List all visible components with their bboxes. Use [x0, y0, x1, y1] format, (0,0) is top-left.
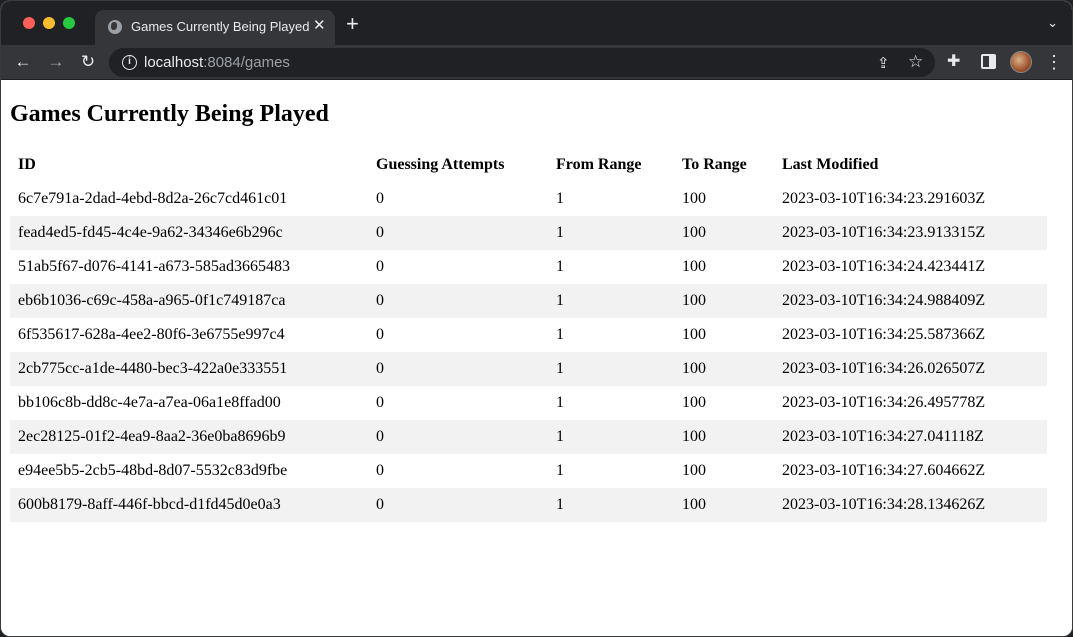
cell-modified: 2023-03-10T16:34:24.988409Z	[774, 284, 1047, 318]
extensions-icon[interactable]: ✚	[947, 53, 960, 71]
table-row: 51ab5f67-d076-4141-a673-585ad3665483 0 1…	[10, 250, 1047, 284]
info-icon[interactable]: i	[122, 55, 137, 70]
cell-id: 51ab5f67-d076-4141-a673-585ad3665483	[18, 258, 290, 275]
table-row: bb106c8b-dd8c-4e7a-a7ea-06a1e8ffad00 0 1…	[10, 386, 1047, 420]
table-header-row: ID Guessing Attempts From Range To Range…	[10, 148, 1047, 182]
cell-attempts: 0	[376, 462, 384, 479]
minimize-window-button[interactable]	[43, 17, 55, 29]
cell-attempts: 0	[368, 488, 548, 522]
table-row: 6c7e791a-2dad-4ebd-8d2a-26c7cd461c01 0 1…	[10, 182, 1047, 216]
cell-to: 100	[682, 258, 706, 275]
table-row: e94ee5b5-2cb5-48bd-8d07-5532c83d9fbe 0 1…	[10, 454, 1047, 488]
column-header-to-range: To Range	[682, 156, 747, 173]
table-row: 2cb775cc-a1de-4480-bec3-422a0e333551 0 1…	[10, 352, 1047, 386]
cell-to: 100	[674, 284, 774, 318]
cell-attempts: 0	[376, 394, 384, 411]
cell-id: 2ec28125-01f2-4ea9-8aa2-36e0ba8696b9	[10, 420, 368, 454]
cell-to: 100	[682, 326, 706, 343]
cell-from: 1	[548, 352, 674, 386]
cell-id: eb6b1036-c69c-458a-a965-0f1c749187ca	[10, 284, 368, 318]
cell-attempts: 0	[368, 420, 548, 454]
cell-modified: 2023-03-10T16:34:27.041118Z	[774, 420, 1047, 454]
cell-modified: 2023-03-10T16:34:25.587366Z	[782, 326, 986, 343]
cell-to: 100	[674, 216, 774, 250]
cell-id: 6f535617-628a-4ee2-80f6-3e6755e997c4	[18, 326, 285, 343]
tab-strip: Games Currently Being Played ✕ + ⌄	[1, 1, 1072, 45]
globe-icon	[108, 20, 122, 34]
cell-from: 1	[556, 462, 564, 479]
cell-from: 1	[548, 488, 674, 522]
share-icon[interactable]: ⇪	[877, 54, 890, 72]
profile-avatar[interactable]	[1010, 51, 1032, 73]
cell-from: 1	[548, 420, 674, 454]
cell-id: 6c7e791a-2dad-4ebd-8d2a-26c7cd461c01	[18, 190, 288, 207]
cell-id: 600b8179-8aff-446f-bbcd-d1fd45d0e0a3	[10, 488, 368, 522]
cell-id: fead4ed5-fd45-4c4e-9a62-34346e6b296c	[10, 216, 368, 250]
cell-modified: 2023-03-10T16:34:28.134626Z	[774, 488, 1047, 522]
browser-toolbar: ← → ↻ i localhost:8084/games ⇪ ☆ ✚ ⋮	[1, 45, 1072, 80]
url-text[interactable]: localhost:8084/games	[144, 54, 290, 71]
url-path: :8084/games	[203, 54, 290, 71]
cell-modified: 2023-03-10T16:34:26.495778Z	[782, 394, 986, 411]
tab-games[interactable]: Games Currently Being Played ✕	[95, 10, 335, 45]
cell-attempts: 0	[368, 284, 548, 318]
cell-to: 100	[674, 352, 774, 386]
cell-modified: 2023-03-10T16:34:23.913315Z	[774, 216, 1047, 250]
table-row: 2ec28125-01f2-4ea9-8aa2-36e0ba8696b9 0 1…	[10, 420, 1047, 454]
cell-from: 1	[548, 216, 674, 250]
cell-from: 1	[556, 394, 564, 411]
address-bar[interactable]: i localhost:8084/games ⇪ ☆	[109, 48, 935, 77]
cell-attempts: 0	[376, 258, 384, 275]
tab-title: Games Currently Being Played	[131, 19, 310, 34]
browser-window: Games Currently Being Played ✕ + ⌄ ← → ↻…	[0, 0, 1073, 637]
page-content: Games Currently Being Played ID Guessing…	[1, 81, 1072, 636]
cell-attempts: 0	[368, 352, 548, 386]
column-header-id: ID	[18, 156, 36, 173]
star-icon[interactable]: ☆	[908, 52, 923, 72]
cell-id: e94ee5b5-2cb5-48bd-8d07-5532c83d9fbe	[18, 462, 288, 479]
cell-to: 100	[682, 462, 706, 479]
cell-from: 1	[548, 284, 674, 318]
column-header-guessing-attempts: Guessing Attempts	[376, 156, 505, 173]
cell-modified: 2023-03-10T16:34:27.604662Z	[782, 462, 986, 479]
cell-modified: 2023-03-10T16:34:26.026507Z	[774, 352, 1047, 386]
cell-from: 1	[556, 326, 564, 343]
table-row: 6f535617-628a-4ee2-80f6-3e6755e997c4 0 1…	[10, 318, 1047, 352]
chevron-down-icon[interactable]: ⌄	[1047, 16, 1058, 30]
cell-attempts: 0	[376, 326, 384, 343]
cell-attempts: 0	[376, 190, 384, 207]
close-window-button[interactable]	[23, 17, 35, 29]
cell-id: 2cb775cc-a1de-4480-bec3-422a0e333551	[10, 352, 368, 386]
page-title: Games Currently Being Played	[10, 101, 329, 127]
column-header-last-modified: Last Modified	[782, 156, 879, 173]
table-row: eb6b1036-c69c-458a-a965-0f1c749187ca 0 1…	[10, 284, 1047, 318]
tab-close-icon[interactable]: ✕	[313, 18, 326, 34]
column-header-from-range: From Range	[556, 156, 642, 173]
cell-to: 100	[674, 488, 774, 522]
cell-id: bb106c8b-dd8c-4e7a-a7ea-06a1e8ffad00	[18, 394, 281, 411]
cell-to: 100	[682, 394, 706, 411]
back-arrow-icon[interactable]: ←	[11, 50, 35, 74]
table-row: fead4ed5-fd45-4c4e-9a62-34346e6b296c 0 1…	[10, 216, 1047, 250]
reload-icon[interactable]: ↻	[76, 50, 100, 74]
cell-to: 100	[674, 420, 774, 454]
cell-modified: 2023-03-10T16:34:23.291603Z	[782, 190, 986, 207]
url-host: localhost	[144, 54, 204, 71]
games-table: ID Guessing Attempts From Range To Range…	[10, 148, 1047, 522]
new-tab-button[interactable]: +	[346, 13, 359, 35]
maximize-window-button[interactable]	[63, 17, 75, 29]
cell-from: 1	[556, 190, 564, 207]
cell-to: 100	[682, 190, 706, 207]
cell-attempts: 0	[368, 216, 548, 250]
cell-from: 1	[556, 258, 564, 275]
table-row: 600b8179-8aff-446f-bbcd-d1fd45d0e0a3 0 1…	[10, 488, 1047, 522]
cell-modified: 2023-03-10T16:34:24.423441Z	[782, 258, 986, 275]
forward-arrow-icon[interactable]: →	[44, 50, 68, 74]
side-panel-icon[interactable]	[981, 54, 996, 69]
menu-icon[interactable]: ⋮	[1045, 52, 1063, 72]
